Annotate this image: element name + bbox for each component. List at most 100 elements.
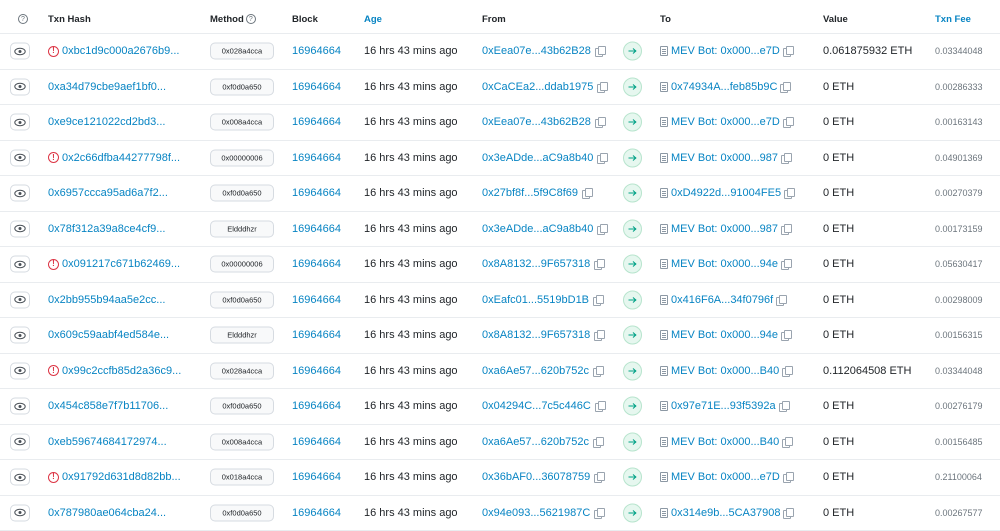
preview-eye-button[interactable] bbox=[10, 433, 30, 451]
help-icon[interactable]: ? bbox=[16, 14, 28, 25]
preview-eye-button[interactable] bbox=[10, 468, 30, 486]
from-address-link[interactable]: 0x3eADde...aC9a8b40 bbox=[482, 223, 609, 235]
copy-icon[interactable] bbox=[781, 330, 793, 342]
copy-icon[interactable] bbox=[597, 152, 609, 164]
txn-hash-link[interactable]: 0x609c59aabf4ed584e... bbox=[48, 329, 169, 341]
preview-eye-button[interactable] bbox=[10, 42, 30, 60]
to-address-link[interactable]: MEV Bot: 0x000...B40 bbox=[660, 365, 794, 377]
from-address-link[interactable]: 0x3eADde...aC9a8b40 bbox=[482, 152, 609, 164]
to-address-link[interactable]: 0x416F6A...34f0796f bbox=[660, 294, 788, 306]
copy-icon[interactable] bbox=[594, 330, 606, 342]
txn-hash-link[interactable]: 0x6957ccca95ad6a7f2... bbox=[48, 187, 168, 199]
to-address-link[interactable]: MEV Bot: 0x000...e7D bbox=[660, 471, 794, 484]
copy-icon[interactable] bbox=[593, 294, 605, 306]
block-link[interactable]: 16964664 bbox=[292, 329, 341, 341]
from-address-link[interactable]: 0xEafc01...5519bD1B bbox=[482, 294, 605, 306]
block-link[interactable]: 16964664 bbox=[292, 365, 341, 377]
to-address-link[interactable]: MEV Bot: 0x000...987 bbox=[660, 152, 793, 164]
copy-icon[interactable] bbox=[784, 188, 796, 200]
preview-eye-button[interactable] bbox=[10, 113, 30, 131]
preview-eye-button[interactable] bbox=[10, 291, 30, 309]
block-link[interactable]: 16964664 bbox=[292, 507, 341, 519]
copy-icon[interactable] bbox=[781, 152, 793, 164]
block-link[interactable]: 16964664 bbox=[292, 223, 341, 235]
from-address-link[interactable]: 0xCaCEa2...ddab1975 bbox=[482, 81, 609, 93]
to-address-link[interactable]: MEV Bot: 0x000...94e bbox=[660, 329, 793, 342]
from-address-link[interactable]: 0x94e093...5621987C bbox=[482, 507, 606, 519]
to-address-link[interactable]: 0xD4922d...91004FE5 bbox=[660, 187, 796, 200]
txn-hash-link[interactable]: ! 0xbc1d9c000a2676b9... bbox=[48, 45, 179, 57]
copy-icon[interactable] bbox=[594, 401, 606, 413]
txn-hash-link[interactable]: 0xe9ce121022cd2bd3... bbox=[48, 116, 165, 128]
copy-icon[interactable] bbox=[781, 223, 793, 235]
copy-icon[interactable] bbox=[594, 472, 606, 484]
from-address-link[interactable]: 0xEea07e...43b62B28 bbox=[482, 45, 606, 58]
block-link[interactable]: 16964664 bbox=[292, 436, 341, 448]
copy-icon[interactable] bbox=[593, 436, 605, 448]
txn-hash-link[interactable]: ! 0x2c66dfba44277798f... bbox=[48, 152, 180, 164]
txn-hash-link[interactable]: 0x454c858e7f7b11706... bbox=[48, 400, 168, 412]
copy-icon[interactable] bbox=[782, 46, 794, 58]
to-address-link[interactable]: 0x97e71E...93f5392a bbox=[660, 400, 790, 413]
block-link[interactable]: 16964664 bbox=[292, 45, 341, 57]
txn-hash-link[interactable]: 0x2bb955b94aa5e2cc... bbox=[48, 294, 165, 306]
preview-eye-button[interactable] bbox=[10, 255, 30, 273]
txn-hash-link[interactable]: ! 0x99c2ccfb85d2a36c9... bbox=[48, 365, 181, 377]
block-link[interactable]: 16964664 bbox=[292, 471, 341, 483]
block-link[interactable]: 16964664 bbox=[292, 294, 341, 306]
from-address-link[interactable]: 0x27bf8f...5f9C8f69 bbox=[482, 187, 594, 200]
header-age[interactable]: Age bbox=[364, 14, 382, 25]
copy-icon[interactable] bbox=[780, 81, 792, 93]
to-address-link[interactable]: MEV Bot: 0x000...e7D bbox=[660, 45, 794, 58]
method-help-icon[interactable]: ? bbox=[245, 14, 256, 25]
copy-icon[interactable] bbox=[593, 365, 605, 377]
from-address-link[interactable]: 0x8A8132...9F657318 bbox=[482, 258, 606, 271]
txn-hash-link[interactable]: 0xa34d79cbe9aef1bf0... bbox=[48, 81, 166, 93]
from-address-link[interactable]: 0xa6Ae57...620b752c bbox=[482, 436, 605, 448]
to-address-link[interactable]: 0x74934A...feb85b9C bbox=[660, 81, 792, 93]
copy-icon[interactable] bbox=[597, 223, 609, 235]
preview-eye-button[interactable] bbox=[10, 184, 30, 202]
txn-hash-link[interactable]: 0xeb59674684172974... bbox=[48, 436, 167, 448]
copy-icon[interactable] bbox=[778, 401, 790, 413]
copy-icon[interactable] bbox=[782, 117, 794, 129]
header-txn-fee[interactable]: Txn Fee bbox=[935, 14, 971, 25]
copy-icon[interactable] bbox=[782, 436, 794, 448]
block-link[interactable]: 16964664 bbox=[292, 400, 341, 412]
to-address-link[interactable]: MEV Bot: 0x000...987 bbox=[660, 223, 793, 235]
copy-icon[interactable] bbox=[782, 365, 794, 377]
preview-eye-button[interactable] bbox=[10, 362, 30, 380]
from-address-link[interactable]: 0x04294C...7c5c446C bbox=[482, 400, 606, 413]
from-address-link[interactable]: 0xa6Ae57...620b752c bbox=[482, 365, 605, 377]
copy-icon[interactable] bbox=[776, 294, 788, 306]
txn-hash-link[interactable]: ! 0x091217c671b62469... bbox=[48, 258, 180, 270]
block-link[interactable]: 16964664 bbox=[292, 258, 341, 270]
block-link[interactable]: 16964664 bbox=[292, 152, 341, 164]
preview-eye-button[interactable] bbox=[10, 504, 30, 522]
preview-eye-button[interactable] bbox=[10, 326, 30, 344]
preview-eye-button[interactable] bbox=[10, 149, 30, 167]
txn-hash-link[interactable]: 0x787980ae064cba24... bbox=[48, 507, 166, 519]
from-address-link[interactable]: 0xEea07e...43b62B28 bbox=[482, 116, 606, 129]
preview-eye-button[interactable] bbox=[10, 397, 30, 415]
block-link[interactable]: 16964664 bbox=[292, 116, 341, 128]
from-address-link[interactable]: 0x8A8132...9F657318 bbox=[482, 329, 606, 342]
to-address-link[interactable]: MEV Bot: 0x000...B40 bbox=[660, 436, 794, 448]
txn-hash-link[interactable]: 0x78f312a39a8ce4cf9... bbox=[48, 223, 165, 235]
copy-icon[interactable] bbox=[594, 117, 606, 129]
preview-eye-button[interactable] bbox=[10, 78, 30, 96]
block-link[interactable]: 16964664 bbox=[292, 187, 341, 199]
copy-icon[interactable] bbox=[783, 507, 795, 519]
txn-hash-link[interactable]: ! 0x91792d631d8d82bb... bbox=[48, 471, 181, 483]
copy-icon[interactable] bbox=[582, 188, 594, 200]
copy-icon[interactable] bbox=[782, 472, 794, 484]
copy-icon[interactable] bbox=[597, 81, 609, 93]
to-address-link[interactable]: MEV Bot: 0x000...94e bbox=[660, 258, 793, 271]
copy-icon[interactable] bbox=[594, 259, 606, 271]
preview-eye-button[interactable] bbox=[10, 220, 30, 238]
block-link[interactable]: 16964664 bbox=[292, 81, 341, 93]
to-address-link[interactable]: MEV Bot: 0x000...e7D bbox=[660, 116, 794, 129]
from-address-link[interactable]: 0x36bAF0...36078759 bbox=[482, 471, 606, 484]
copy-icon[interactable] bbox=[781, 259, 793, 271]
copy-icon[interactable] bbox=[594, 507, 606, 519]
